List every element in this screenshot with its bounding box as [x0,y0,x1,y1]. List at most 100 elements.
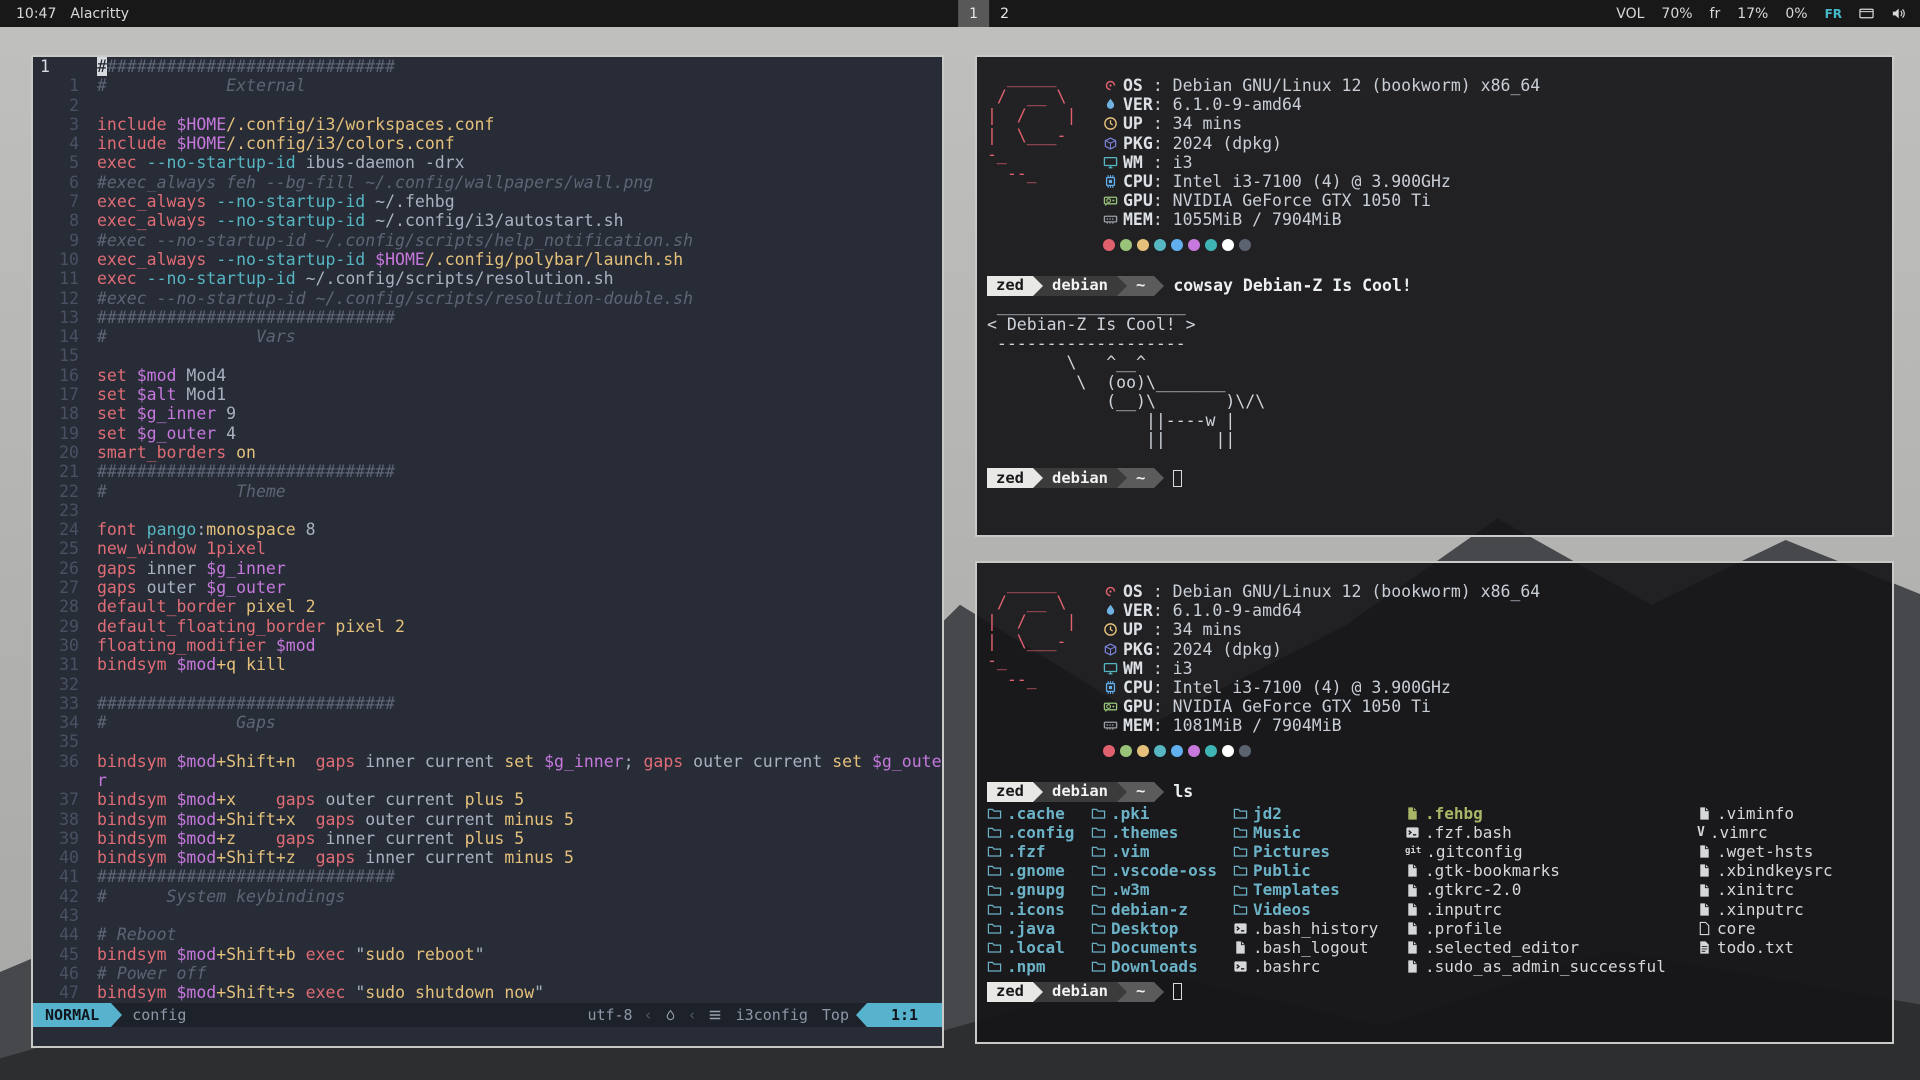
line-number: 39 [33,829,97,848]
editor-buffer[interactable]: 1##############################1# Extern… [33,57,942,1003]
editor-line: 17set $alt Mod1 [33,385,942,404]
code-text: bindsym $mod+Shift+b exec "sudo reboot" [97,945,942,964]
speaker-icon[interactable] [1891,6,1906,21]
ls-entry-name: .java [1007,919,1055,938]
statusline-cursor-position: 1:1 [867,1003,942,1027]
code-text: include $HOME/.config/i3/colors.conf [97,134,942,153]
editor-line: 44# Reboot [33,925,942,944]
code-text: set $g_inner 9 [97,404,942,423]
drop-icon [1103,97,1123,112]
ls-entry-name: .icons [1007,900,1065,919]
system-info: OS : Debian GNU/Linux 12 (bookworm) x86_… [1103,76,1540,255]
system-info-row: CPU: Intel i3-7100 (4) @ 3.900GHz [1103,172,1540,191]
line-number: 6 [33,173,97,192]
keyboard-icon[interactable] [1859,6,1874,21]
prompt-cwd-segment: ~ [1127,782,1154,802]
code-text: # Vars [97,327,942,346]
terminal-bottom-window[interactable]: _____ / __ \ | / | | \___- -_ --_OS : De… [975,561,1894,1044]
editor-line: 41############################## [33,867,942,886]
line-number: 26 [33,559,97,578]
system-info-row: MEM: 1081MiB / 7904MiB [1103,716,1540,735]
line-number: 25 [33,539,97,558]
code-text: bindsym $mod+Shift+x gaps outer current … [97,810,942,829]
prompt-user-segment: zed [987,276,1033,296]
line-number: 46 [33,964,97,983]
ls-entry: .xbindkeysrc [1697,861,1833,880]
bar-status-item[interactable]: 70% [1661,6,1692,22]
cpu-icon [1103,680,1123,695]
code-text: #exec --no-startup-id ~/.config/scripts/… [97,231,942,250]
folder-icon [1091,825,1106,840]
drop-icon [1103,603,1123,618]
line-number: 40 [33,848,97,867]
editor-line: 1############################## [33,57,942,76]
bar-status-item[interactable]: VOL [1616,6,1644,22]
powerline-arrow-icon [1154,982,1164,1002]
prompt-host-segment: debian [1043,276,1117,296]
info-label: OS [1123,76,1153,95]
textfile-icon [1697,940,1712,955]
terminal-icon [1405,825,1420,840]
ls-entry-name: .bash_logout [1253,938,1369,957]
statusline-filename: config [132,1006,186,1024]
bar-status-item[interactable]: 17% [1737,6,1768,22]
editor-line: 34# Gaps [33,713,942,732]
ls-entry: Public [1233,861,1378,880]
distro-ascii-art-icon: _____ / __ \ | / | | \___- -_ --_ [987,574,1103,761]
ls-entry-name: .themes [1111,823,1178,842]
prompt-user-segment: zed [987,982,1033,1002]
line-number: 13 [33,308,97,327]
line-number: 8 [33,211,97,230]
info-label: VER [1123,95,1153,114]
editor-line: 15 [33,346,942,365]
editor-line: 27gaps outer $g_outer [33,578,942,597]
bar-status-item[interactable]: 0% [1785,6,1807,22]
code-text: # Reboot [97,925,942,944]
vim-mode-badge: NORMAL [33,1003,111,1027]
editor-line: 28default_border pixel 2 [33,597,942,616]
editor-line: 26gaps inner $g_inner [33,559,942,578]
code-text: bindsym $mod+Shift+n gaps inner current … [97,752,942,771]
ls-entry-name: Music [1253,823,1301,842]
editor-line: 21############################## [33,462,942,481]
terminal-top-window[interactable]: _____ / __ \ | / | | \___- -_ --_OS : De… [975,55,1894,537]
ls-entry: .fzf.bash [1405,823,1666,842]
editor-line: 25new_window 1pixel [33,539,942,558]
bar-status-item[interactable]: FR [1825,7,1842,21]
ls-entry-name: .xinputrc [1717,900,1804,919]
bar-status-item[interactable]: fr [1710,6,1721,22]
list-icon [708,1008,722,1022]
editor-line: 40bindsym $mod+Shift+z gaps inner curren… [33,848,942,867]
ls-entry-name: Downloads [1111,957,1198,976]
color-dot [1137,745,1149,757]
ls-entry-name: .selected_editor [1425,938,1579,957]
workspace-button-2[interactable]: 2 [989,0,1020,27]
editor-line: 37bindsym $mod+x gaps outer current plus… [33,790,942,809]
ls-column: jd2MusicPicturesPublicTemplatesVideos.ba… [1233,804,1378,977]
system-info: OS : Debian GNU/Linux 12 (bookworm) x86_… [1103,582,1540,761]
line-number: 22 [33,482,97,501]
ls-column: .fehbg.fzf.bashgit.gitconfig.gtk-bookmar… [1405,804,1666,977]
ls-entry-name: .cache [1007,804,1065,823]
powerline-arrow-icon [856,1003,867,1027]
editor-cursor: # [97,57,107,76]
cpu-icon [1103,174,1123,189]
editor-window[interactable]: 1##############################1# Extern… [31,55,944,1048]
ls-entry: Templates [1233,880,1378,899]
code-text: #exec --no-startup-id ~/.config/scripts/… [97,289,942,308]
line-number: 31 [33,655,97,674]
line-number: 3 [33,115,97,134]
terminal-top-content: _____ / __ \ | / | | \___- -_ --_OS : De… [977,57,1892,535]
color-dot [1188,239,1200,251]
editor-line: 3include $HOME/.config/i3/workspaces.con… [33,115,942,134]
git-icon: git [1405,847,1421,856]
workspace-button-1[interactable]: 1 [958,0,989,27]
system-info-row: UP : 34 mins [1103,620,1540,639]
editor-line: 35 [33,732,942,751]
ls-entry-name: .vimrc [1710,823,1768,842]
code-text: # Gaps [97,713,942,732]
ls-entry: .selected_editor [1405,938,1666,957]
workspace-switcher: 12 [958,0,1020,27]
line-number: 20 [33,443,97,462]
ls-entry-name: Pictures [1253,842,1330,861]
